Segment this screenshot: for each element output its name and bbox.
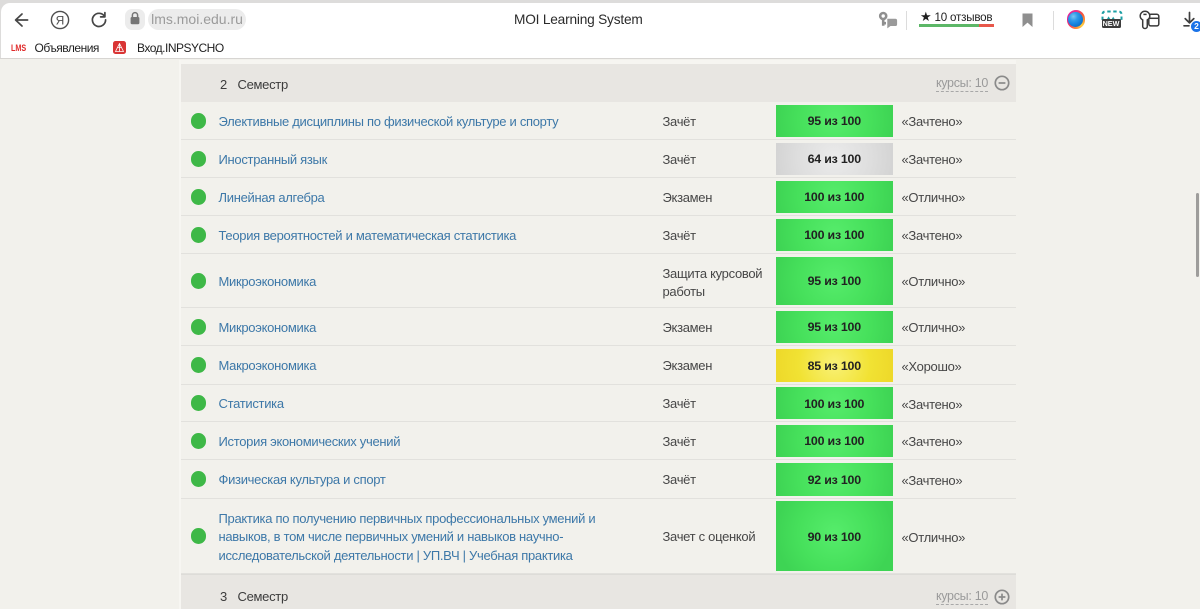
svg-text:Я: Я: [56, 13, 65, 27]
